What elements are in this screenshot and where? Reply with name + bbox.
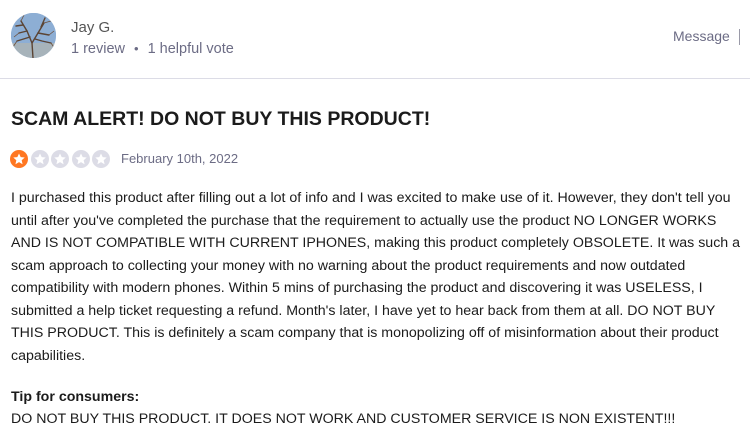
review-date: February 10th, 2022 xyxy=(121,151,239,166)
avatar-photo xyxy=(11,13,56,58)
stats-separator: • xyxy=(134,41,139,56)
star-empty-icon xyxy=(51,150,69,168)
star-empty-icon xyxy=(30,150,49,168)
star-empty-icon xyxy=(71,150,90,168)
tip-label: Tip for consumers: xyxy=(11,389,140,405)
review-body: I purchased this product after filling o… xyxy=(11,190,741,364)
star-rating xyxy=(10,150,110,169)
header-divider xyxy=(739,29,740,45)
star-empty-icon xyxy=(92,150,110,168)
reviewer-name[interactable]: Jay G. xyxy=(71,19,114,36)
tip-text: DO NOT BUY THIS PRODUCT. IT DOES NOT WOR… xyxy=(11,411,676,427)
review-title: SCAM ALERT! DO NOT BUY THIS PRODUCT! xyxy=(11,108,431,130)
helpful-vote-count: 1 helpful vote xyxy=(147,41,234,57)
star-filled-icon xyxy=(10,150,28,168)
avatar[interactable] xyxy=(11,13,56,58)
reviewer-header: Jay G. 1 review • 1 helpful vote Message xyxy=(0,0,750,79)
review-count: 1 review xyxy=(71,41,125,57)
message-button[interactable]: Message xyxy=(673,28,730,44)
reviewer-stats: 1 review • 1 helpful vote xyxy=(71,41,234,57)
